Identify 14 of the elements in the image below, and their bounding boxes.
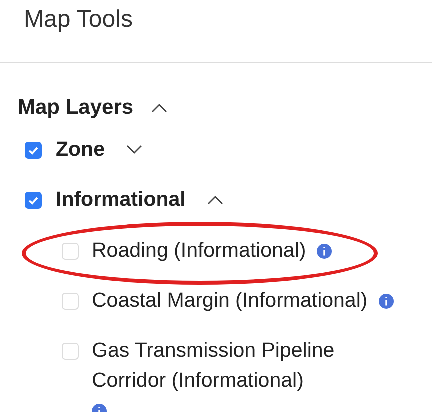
expand-icon[interactable] xyxy=(126,145,143,155)
info-icon[interactable] xyxy=(378,294,394,309)
checkbox[interactable] xyxy=(25,142,42,158)
layer-label: Roading (Informational) xyxy=(92,238,306,264)
panel-title: Map Tools xyxy=(23,5,134,35)
layer-group-label: Informational xyxy=(56,188,186,212)
info-icon[interactable] xyxy=(317,244,332,259)
layer-group-label: Zone xyxy=(56,138,105,162)
collapse-icon[interactable] xyxy=(150,103,168,113)
collapse-icon[interactable] xyxy=(206,195,224,205)
section-title: Map Layers xyxy=(18,96,134,120)
layer-label: Coastal Margin (Informational) xyxy=(92,288,368,314)
layer-label: Gas Transmission Pipeline Corridor (Informational) xyxy=(92,338,336,394)
checkbox[interactable] xyxy=(25,192,42,208)
